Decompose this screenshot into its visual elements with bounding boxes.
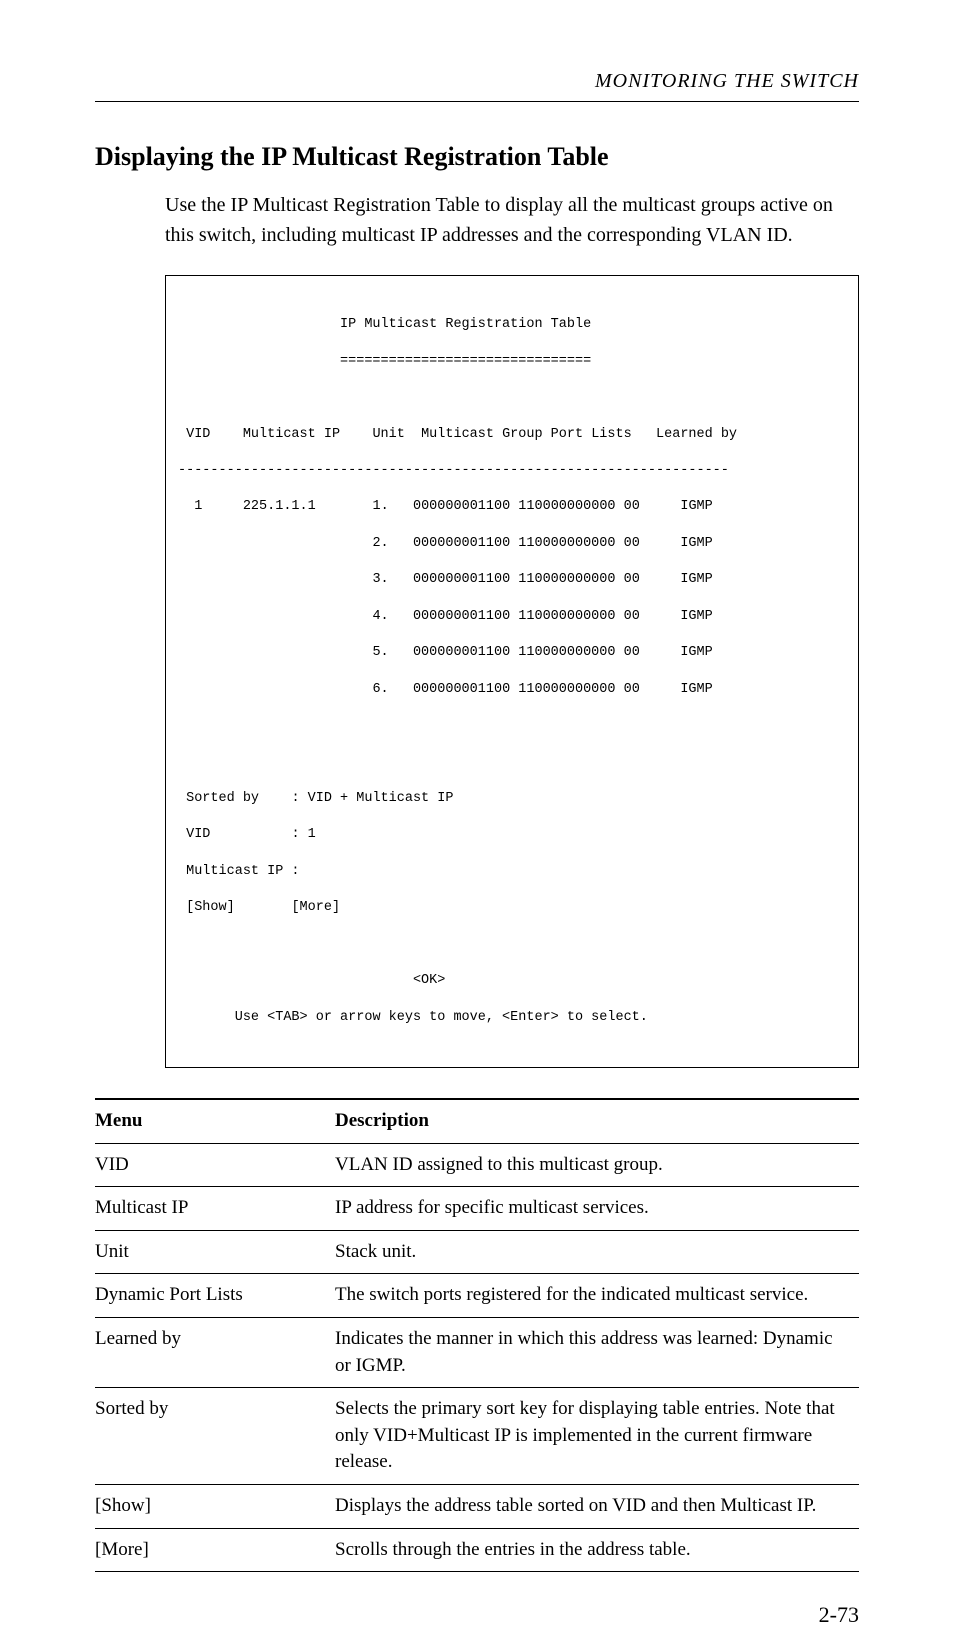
vid-line: VID : 1	[166, 826, 858, 844]
ok-line: <OK>	[166, 972, 858, 990]
table-desc: Stack unit.	[335, 1230, 859, 1274]
table-desc: Indicates the manner in which this addre…	[335, 1317, 859, 1387]
intro-paragraph: Use the IP Multicast Registration Table …	[165, 190, 859, 250]
terminal-blank	[166, 936, 858, 954]
terminal-blank	[166, 717, 858, 735]
help-line: Use <TAB> or arrow keys to move, <Enter>…	[166, 1009, 858, 1027]
table-row: 3. 000000001100 110000000000 00 IGMP	[166, 571, 858, 589]
more-button[interactable]: [More]	[291, 900, 340, 915]
table-row: Sorted by	[95, 1388, 335, 1485]
terminal-header: VID Multicast IP Unit Multicast Group Po…	[166, 426, 858, 444]
section-heading: Displaying the IP Multicast Registration…	[95, 142, 859, 172]
table-row: Learned by	[95, 1317, 335, 1387]
table-row: [More]	[95, 1528, 335, 1572]
table-desc: VLAN ID assigned to this multicast group…	[335, 1143, 859, 1187]
table-row: Unit	[95, 1230, 335, 1274]
description-table: Menu Description VIDVLAN ID assigned to …	[95, 1098, 859, 1572]
terminal-title: IP Multicast Registration Table	[166, 316, 858, 334]
table-row: Multicast IP	[95, 1187, 335, 1231]
show-button[interactable]: [Show]	[186, 900, 235, 915]
buttons-line: [Show] [More]	[166, 899, 858, 917]
table-row: 2. 000000001100 110000000000 00 IGMP	[166, 535, 858, 553]
table-row: VID	[95, 1143, 335, 1187]
table-desc: Scrolls through the entries in the addre…	[335, 1528, 859, 1572]
running-header: MONITORING THE SWITCH	[95, 70, 859, 93]
table-row: 1 225.1.1.1 1. 000000001100 110000000000…	[166, 498, 858, 516]
sorted-by-line: Sorted by : VID + Multicast IP	[166, 790, 858, 808]
table-desc: Displays the address table sorted on VID…	[335, 1484, 859, 1528]
table-row: 4. 000000001100 110000000000 00 IGMP	[166, 608, 858, 626]
terminal-blank	[166, 753, 858, 771]
multicastip-line: Multicast IP :	[166, 863, 858, 881]
table-desc: IP address for specific multicast servic…	[335, 1187, 859, 1231]
table-header-menu: Menu	[95, 1099, 335, 1143]
table-desc: The switch ports registered for the indi…	[335, 1274, 859, 1318]
terminal-output: IP Multicast Registration Table ========…	[165, 275, 859, 1068]
header-rule	[95, 101, 859, 102]
table-desc: Selects the primary sort key for display…	[335, 1388, 859, 1485]
table-row: 5. 000000001100 110000000000 00 IGMP	[166, 644, 858, 662]
table-header-desc: Description	[335, 1099, 859, 1143]
page-number: 2-73	[95, 1572, 859, 1628]
terminal-blankline	[166, 389, 858, 407]
terminal-divider: ----------------------------------------…	[166, 462, 858, 480]
table-row: Dynamic Port Lists	[95, 1274, 335, 1318]
table-row: 6. 000000001100 110000000000 00 IGMP	[166, 681, 858, 699]
terminal-underline: ===============================	[166, 353, 858, 371]
table-row: [Show]	[95, 1484, 335, 1528]
ok-button[interactable]: <OK>	[413, 973, 445, 988]
